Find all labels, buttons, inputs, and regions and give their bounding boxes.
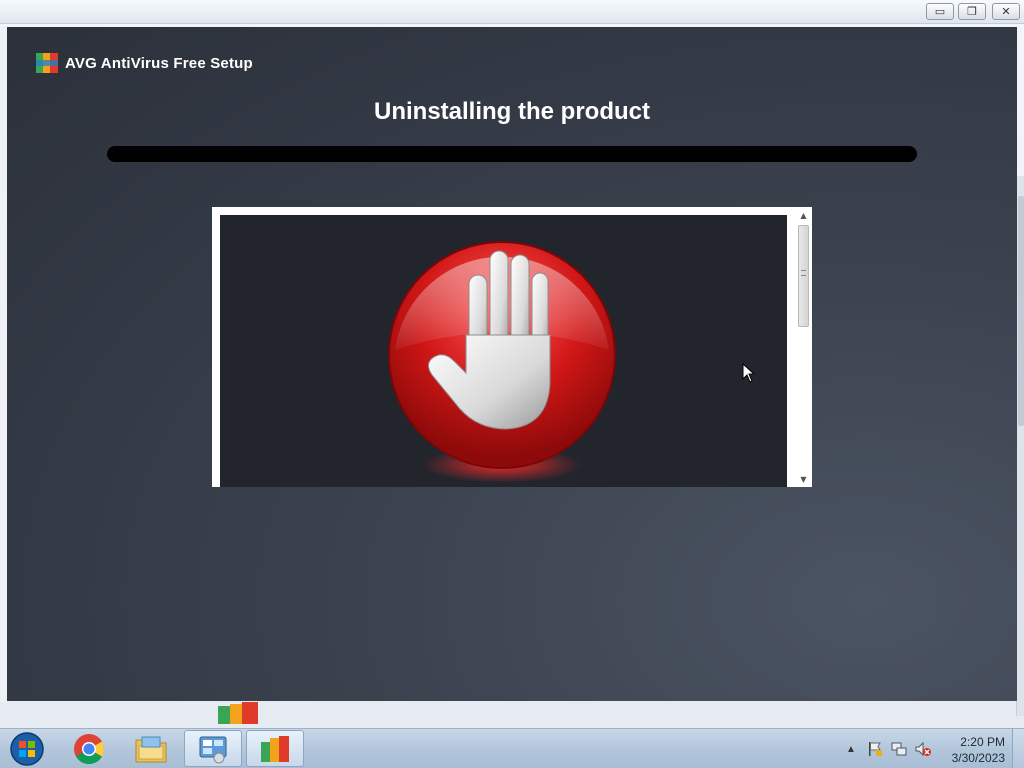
clock-date: 3/30/2023 [951, 751, 1005, 765]
background-window-edge [0, 26, 7, 702]
promo-frame: ▲ ▼ [212, 207, 812, 487]
background-scrollbar[interactable] [1016, 176, 1024, 716]
scroll-up-arrow-icon[interactable]: ▲ [795, 209, 812, 223]
network-icon[interactable] [890, 740, 908, 758]
uninstall-progress-bar [107, 146, 917, 162]
taskbar-clock[interactable]: 2:20 PM 3/30/2023 [935, 734, 1005, 766]
promo-scrollbar[interactable]: ▲ ▼ [795, 207, 812, 487]
avg-setup-window: AVG AntiVirus Free Setup Uninstalling th… [7, 27, 1017, 701]
clock-time: 2:20 PM [960, 735, 1005, 749]
system-tray: ▲ [842, 735, 932, 763]
avg-logo-icon [36, 53, 58, 73]
control-panel-icon [199, 736, 227, 763]
avg-flag-icon [218, 702, 258, 724]
chrome-icon [74, 733, 105, 764]
taskbar: ▲ 2:20 PM 3/30/2023 [0, 728, 1024, 768]
background-window-titlebar: ▭ ❐ ✕ [0, 0, 1024, 24]
action-center-flag-icon[interactable] [866, 740, 884, 758]
stop-hand-icon [388, 241, 616, 483]
scroll-grip-icon [801, 270, 806, 276]
volume-muted-icon[interactable] [914, 740, 932, 758]
app-header: AVG AntiVirus Free Setup [35, 51, 253, 75]
show-hidden-icons-icon[interactable]: ▲ [842, 740, 860, 758]
desktop-screen: ▭ ❐ ✕ AVG AntiVirus Free Setup Uninstall… [0, 0, 1024, 768]
mouse-cursor-icon [742, 363, 756, 383]
taskbar-avg-button[interactable] [246, 730, 304, 767]
scroll-thumb[interactable] [798, 225, 809, 327]
show-desktop-button[interactable] [1012, 729, 1024, 768]
taskbar-control-panel-button[interactable] [184, 730, 242, 767]
app-title: AVG AntiVirus Free Setup [65, 54, 253, 72]
promo-image [220, 215, 787, 487]
taskbar-explorer-button[interactable] [122, 730, 180, 767]
scroll-down-arrow-icon[interactable]: ▼ [795, 473, 812, 487]
restore-button[interactable]: ❐ [958, 3, 986, 20]
close-button[interactable]: ✕ [992, 3, 1020, 20]
status-title: Uninstalling the product [374, 98, 650, 125]
minimize-button[interactable]: ▭ [926, 3, 954, 20]
taskbar-chrome-button[interactable] [60, 730, 118, 767]
avg-icon [261, 735, 289, 762]
background-scrollbar-thumb[interactable] [1018, 196, 1024, 426]
folder-icon [135, 736, 167, 762]
windows-start-icon[interactable] [4, 731, 50, 767]
